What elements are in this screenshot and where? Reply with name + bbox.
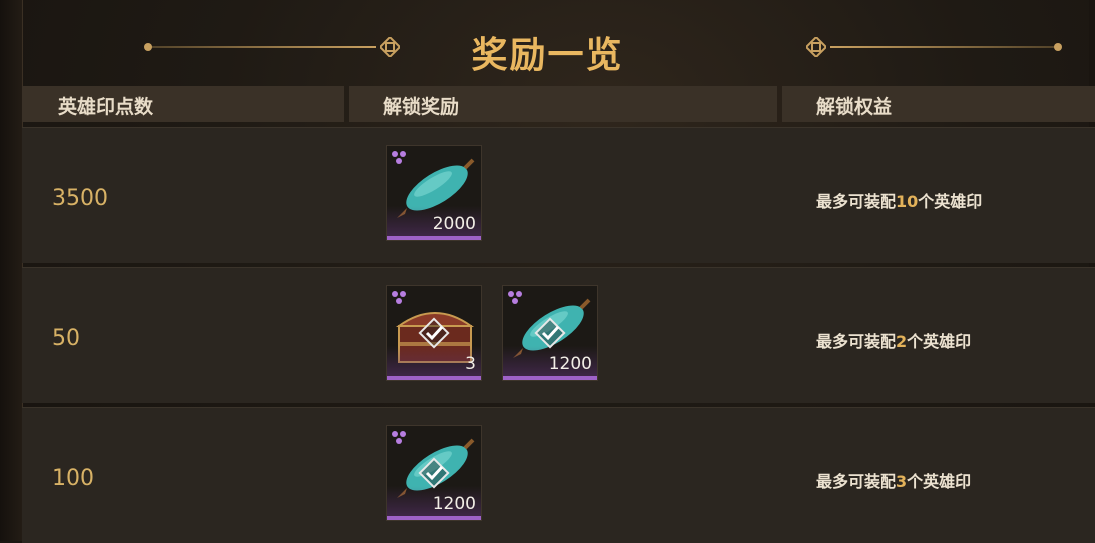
points-value: 50 — [52, 326, 80, 351]
rarity-bar — [387, 516, 481, 520]
knot-ornament-right-icon — [806, 37, 826, 57]
reward-item-chest[interactable]: 3 — [386, 285, 482, 381]
item-quantity: 2000 — [432, 214, 476, 234]
header-points-column: 英雄印点数 — [22, 86, 344, 122]
benefit-number: 2 — [896, 332, 908, 351]
benefit-number: 10 — [896, 192, 919, 211]
header-rewards-label: 解锁奖励 — [383, 96, 460, 118]
claimed-check-icon — [534, 317, 566, 349]
reward-item-seed-pod[interactable]: 1200 — [502, 285, 598, 381]
rarity-bar — [387, 236, 481, 240]
points-value: 100 — [52, 466, 94, 491]
benefit-prefix: 最多可装配 — [816, 332, 897, 351]
rarity-icon — [508, 291, 522, 304]
rarity-bar — [387, 376, 481, 380]
rarity-bar — [503, 376, 597, 380]
title-line-dot-right — [1054, 43, 1062, 51]
rarity-icon — [392, 431, 406, 444]
reward-row: 100 1200 最多可装配3个英雄印 — [22, 407, 1095, 543]
benefit-text: 最多可装配3个英雄印 — [816, 468, 971, 492]
claimed-check-icon — [418, 317, 450, 349]
header-rewards-column: 解锁奖励 — [349, 86, 777, 122]
benefit-prefix: 最多可装配 — [816, 192, 897, 211]
benefit-text: 最多可装配10个英雄印 — [816, 188, 982, 212]
title-line-right — [830, 46, 1058, 48]
header-benefits-label: 解锁权益 — [816, 96, 893, 118]
item-quantity: 1200 — [548, 354, 592, 374]
claimed-check-icon — [418, 457, 450, 489]
benefit-suffix: 个英雄印 — [907, 472, 972, 491]
reward-row: 50 3 1200 最多可装配2个英雄印 — [22, 267, 1095, 403]
item-quantity: 1200 — [432, 494, 476, 514]
points-value: 3500 — [52, 186, 108, 211]
page-title: 奖励一览 — [471, 35, 624, 76]
benefit-number: 3 — [896, 472, 908, 491]
title-bar: 奖励一览 — [0, 0, 1095, 88]
header-points-label: 英雄印点数 — [58, 96, 154, 118]
benefit-suffix: 个英雄印 — [918, 192, 983, 211]
reward-row: 3500 2000 最多可装配10个英雄印 — [22, 127, 1095, 263]
reward-item-seed-pod[interactable]: 2000 — [386, 145, 482, 241]
benefit-suffix: 个英雄印 — [907, 332, 972, 351]
rarity-icon — [392, 291, 406, 304]
benefit-prefix: 最多可装配 — [816, 472, 897, 491]
benefit-text: 最多可装配2个英雄印 — [816, 328, 971, 352]
reward-item-seed-pod[interactable]: 1200 — [386, 425, 482, 521]
header-benefits-column: 解锁权益 — [782, 86, 1095, 122]
item-quantity: 3 — [465, 354, 476, 374]
rarity-icon — [392, 151, 406, 164]
